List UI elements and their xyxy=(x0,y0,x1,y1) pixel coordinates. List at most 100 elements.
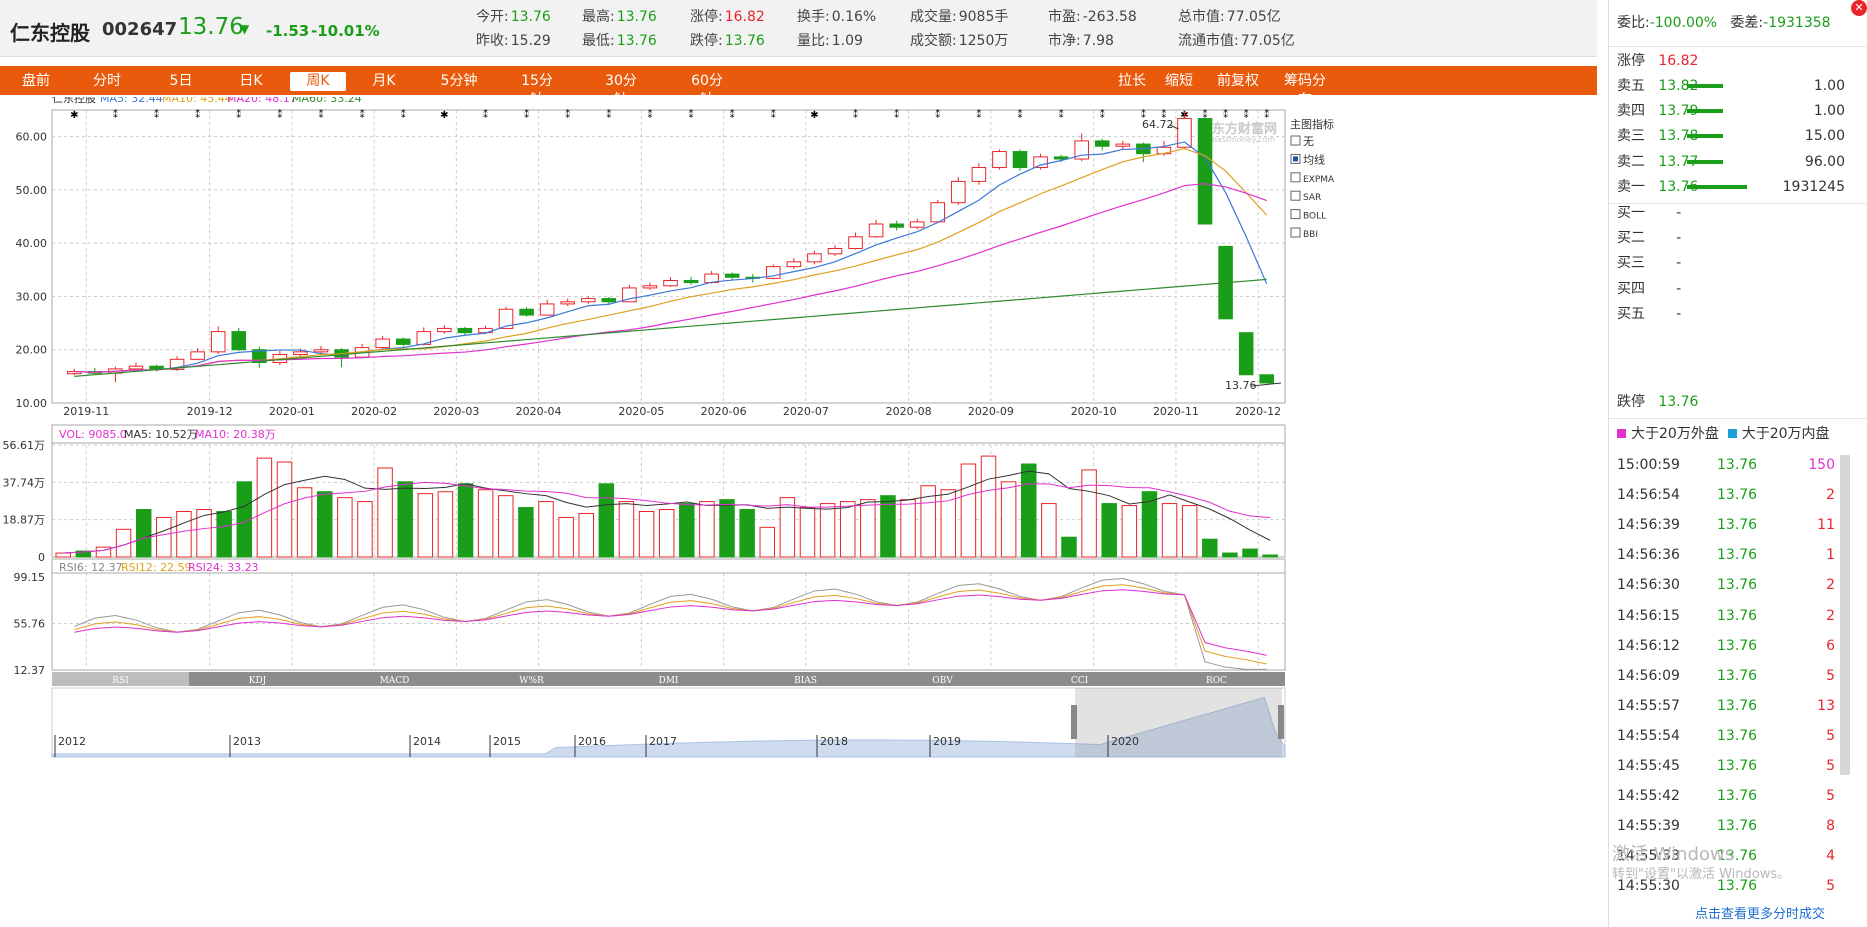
volume-bar[interactable] xyxy=(216,510,232,558)
volume-bar[interactable] xyxy=(135,509,152,558)
indicator-option[interactable]: BOLL xyxy=(1290,209,1326,222)
event-marker-icon[interactable]: ⁑ xyxy=(154,108,159,121)
event-marker-icon[interactable]: ⁑ xyxy=(853,108,858,121)
event-marker-icon[interactable]: ⁑ xyxy=(565,108,570,121)
volume-bar[interactable] xyxy=(1262,554,1278,558)
volume-bar[interactable] xyxy=(1202,538,1218,558)
indicator-tab-6[interactable]: OBV xyxy=(932,676,953,686)
candle[interactable] xyxy=(1238,332,1254,376)
indicator-tab-3[interactable]: W%R xyxy=(519,676,544,686)
tab-2[interactable]: 5日 ▲ xyxy=(163,72,199,108)
volume-bar[interactable] xyxy=(457,483,474,558)
tab-9[interactable]: 60分钟 xyxy=(686,72,728,108)
event-marker-icon[interactable]: ⁑ xyxy=(1223,108,1228,121)
navigator-handle-right[interactable] xyxy=(1278,705,1284,739)
volume-bar[interactable] xyxy=(980,455,997,558)
candle[interactable] xyxy=(231,327,247,351)
volume-bar[interactable] xyxy=(1061,536,1077,558)
indicator-tab-1[interactable]: KDJ xyxy=(249,676,267,686)
volume-bar[interactable] xyxy=(156,516,172,558)
checkbox[interactable] xyxy=(1290,209,1301,220)
event-marker-icon[interactable]: ⁑ xyxy=(401,108,406,121)
volume-bar[interactable] xyxy=(397,481,413,558)
event-marker-icon[interactable]: ✱ xyxy=(440,110,448,121)
volume-bar[interactable] xyxy=(498,495,514,558)
event-marker-icon[interactable]: ⁑ xyxy=(730,108,735,121)
tab-7[interactable]: 15分钟 xyxy=(516,72,558,108)
volume-bar[interactable] xyxy=(357,501,373,558)
volume-bar[interactable] xyxy=(337,497,353,558)
volume-bar[interactable] xyxy=(176,510,192,558)
event-marker-icon[interactable]: ⁑ xyxy=(647,108,652,121)
indicator-tab-0[interactable]: RSI xyxy=(52,672,189,686)
event-marker-icon[interactable]: ⁑ xyxy=(771,108,776,121)
volume-bar[interactable] xyxy=(900,499,916,558)
indicator-option[interactable]: 均线 xyxy=(1290,152,1325,166)
candle[interactable] xyxy=(951,177,966,205)
candle[interactable] xyxy=(1259,374,1275,384)
tab-6[interactable]: 5分钟 xyxy=(440,72,478,91)
tab-4[interactable]: 周K xyxy=(290,72,346,91)
candle[interactable] xyxy=(992,149,1007,170)
indicator-option[interactable]: SAR xyxy=(1290,190,1321,203)
volume-bar[interactable] xyxy=(377,467,393,558)
volume-bar[interactable] xyxy=(417,493,434,558)
tab-right-2[interactable]: 前复权 ▲ xyxy=(1212,72,1264,108)
candle[interactable] xyxy=(1197,117,1213,225)
volume-bar[interactable] xyxy=(276,461,293,558)
volume-bar[interactable] xyxy=(960,463,977,558)
kline-chart[interactable]: 仁东控股 MA5: 32.44 MA10: 45.44MA20: 48.17MA60… xyxy=(0,97,1600,927)
event-marker-icon[interactable]: ⁑ xyxy=(360,108,365,121)
volume-bar[interactable] xyxy=(558,516,574,558)
volume-bar[interactable] xyxy=(437,491,454,558)
candle[interactable] xyxy=(1012,149,1028,171)
trades-scrollbar[interactable] xyxy=(1840,455,1850,775)
indicator-option[interactable]: BBI xyxy=(1290,227,1318,240)
event-marker-icon[interactable]: ⁑ xyxy=(1018,108,1023,121)
event-marker-icon[interactable]: ⁑ xyxy=(277,108,282,121)
indicator-tab-7[interactable]: CCI xyxy=(1071,676,1089,686)
volume-bar[interactable] xyxy=(1041,503,1057,558)
indicator-tab-4[interactable]: DMI xyxy=(659,676,679,686)
volume-bar[interactable] xyxy=(1242,548,1258,558)
navigator-handle-left[interactable] xyxy=(1071,705,1077,739)
event-marker-icon[interactable]: ⁑ xyxy=(976,108,981,121)
volume-bar[interactable] xyxy=(839,501,856,558)
event-marker-icon[interactable]: ⁑ xyxy=(113,108,118,121)
volume-bar[interactable] xyxy=(1000,481,1017,558)
volume-bar[interactable] xyxy=(256,457,273,558)
event-marker-icon[interactable]: ⁑ xyxy=(1244,108,1249,121)
volume-bar[interactable] xyxy=(638,510,655,558)
volume-bar[interactable] xyxy=(55,552,71,558)
volume-bar[interactable] xyxy=(1181,505,1198,558)
tab-right-0[interactable]: 拉长 xyxy=(1118,72,1146,91)
event-marker-icon[interactable]: ⁑ xyxy=(236,108,241,121)
tab-5[interactable]: 月K xyxy=(372,72,396,91)
checkbox[interactable] xyxy=(1290,172,1301,183)
tab-8[interactable]: 30分钟 xyxy=(600,72,642,108)
volume-bar[interactable] xyxy=(518,507,534,558)
navigator-selection[interactable] xyxy=(1075,688,1282,757)
indicator-option[interactable]: 无 xyxy=(1290,135,1314,148)
event-marker-icon[interactable]: ⁑ xyxy=(318,108,323,121)
volume-bar[interactable] xyxy=(618,501,635,558)
volume-bar[interactable] xyxy=(1021,463,1037,558)
event-marker-icon[interactable]: ⁑ xyxy=(894,108,899,121)
indicator-tab-8[interactable]: ROC xyxy=(1206,676,1227,686)
indicator-tab-5[interactable]: BIAS xyxy=(794,676,817,686)
volume-bar[interactable] xyxy=(739,509,755,558)
event-marker-icon[interactable]: ⁑ xyxy=(1264,108,1269,121)
volume-bar[interactable] xyxy=(819,503,836,558)
volume-bar[interactable] xyxy=(779,497,796,558)
volume-bar[interactable] xyxy=(1161,503,1178,558)
event-marker-icon[interactable]: ⁑ xyxy=(689,108,694,121)
event-marker-icon[interactable]: ⁑ xyxy=(935,108,940,121)
more-trades-link[interactable]: 点击查看更多分时成交 xyxy=(1695,903,1825,922)
event-marker-icon[interactable]: ⁑ xyxy=(524,108,529,121)
indicator-option[interactable]: EXPMA xyxy=(1290,172,1335,185)
tab-0[interactable]: 盘前 xyxy=(22,72,50,91)
volume-bar[interactable] xyxy=(799,507,816,558)
event-marker-icon[interactable]: ✱ xyxy=(810,110,818,121)
tab-3[interactable]: 日K xyxy=(239,72,263,91)
event-marker-icon[interactable]: ✱ xyxy=(70,110,78,121)
